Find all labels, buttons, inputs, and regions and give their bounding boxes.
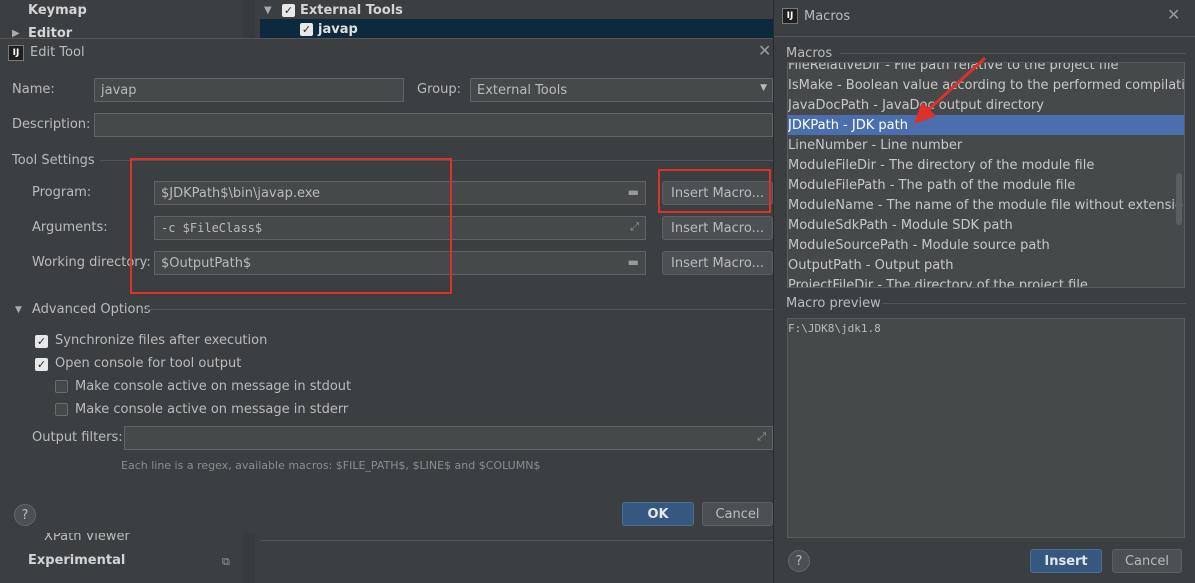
sidebar-item-experimental[interactable]: Experimental [28, 553, 125, 568]
program-label: Program: [32, 185, 92, 200]
list-item[interactable]: ModuleSourcePath - Module source path [788, 235, 1174, 255]
macros-section-separator [840, 53, 1186, 54]
macro-list-scrollbar[interactable] [1176, 173, 1182, 225]
insert-button[interactable]: Insert [1030, 549, 1102, 573]
stdout-checkbox[interactable] [55, 380, 68, 397]
annotation-arrow-shaft [924, 56, 987, 114]
open-console-label: Open console for tool output [55, 356, 242, 371]
advanced-separator [146, 309, 773, 310]
sync-label: Synchronize files after execution [55, 333, 268, 348]
macro-preview-area: F:\JDK8\jdk1.8 [787, 318, 1185, 538]
ok-button[interactable]: OK [622, 502, 694, 526]
macro-preview-value: F:\JDK8\jdk1.8 [788, 322, 881, 335]
title-separator [774, 36, 1195, 37]
stderr-checkbox[interactable] [55, 403, 68, 420]
tree-row-external-tools[interactable]: ▼ ✓ External Tools [260, 0, 773, 20]
annotation-box-insert-macro [658, 169, 771, 213]
tool-settings-heading: Tool Settings [12, 153, 95, 168]
macros-dialog-title: Macros [804, 9, 851, 24]
output-filters-hint: Each line is a regex, available macros: … [121, 459, 541, 472]
open-console-checkbox[interactable]: ✓ [35, 357, 48, 372]
checkbox-icon[interactable]: ✓ [35, 358, 48, 371]
list-item[interactable]: ModuleSdkPath - Module SDK path [788, 215, 1174, 235]
tree-panel-bottom [260, 540, 773, 558]
group-select[interactable]: External Tools ▼ [470, 78, 773, 102]
cancel-button[interactable]: Cancel [702, 502, 773, 526]
collapse-icon[interactable]: ▼ [264, 5, 282, 16]
macros-cancel-button[interactable]: Cancel [1112, 549, 1182, 573]
name-input[interactable]: javap [94, 78, 404, 102]
checkbox-icon[interactable]: ✓ [35, 335, 48, 348]
checkbox-icon[interactable]: ✓ [300, 22, 313, 36]
description-input[interactable] [94, 113, 773, 137]
list-item[interactable]: ModuleFileDir - The directory of the mod… [788, 155, 1174, 175]
list-item[interactable]: OutputPath - Output path [788, 255, 1174, 275]
stdout-label: Make console active on message in stdout [75, 379, 352, 394]
copy-icon: ⧉ [222, 555, 230, 568]
tree-row-javap[interactable]: ✓ javap [260, 19, 773, 39]
macros-section-label: Macros [786, 46, 833, 61]
intellij-logo-icon: IJ [8, 45, 24, 61]
folder-icon[interactable]: ▬ [628, 255, 639, 269]
name-label: Name: [12, 82, 55, 97]
checkbox-icon[interactable] [55, 380, 68, 393]
arguments-label: Arguments: [32, 220, 108, 235]
close-icon[interactable]: ✕ [1167, 5, 1180, 24]
output-filters-label: Output filters: [32, 430, 123, 445]
description-label: Description: [12, 117, 91, 132]
group-select-value: External Tools [477, 82, 568, 98]
sidebar-item-keymap[interactable]: Keymap [28, 3, 87, 18]
stderr-label: Make console active on message in stderr [75, 402, 349, 417]
dialog-title: Edit Tool [30, 45, 85, 60]
macro-preview-label: Macro preview [786, 296, 881, 311]
folder-icon[interactable]: ▬ [628, 185, 639, 199]
output-filters-input[interactable]: ⤢ [124, 426, 773, 450]
intellij-logo-icon: IJ [782, 8, 798, 24]
macros-help-button[interactable]: ? [788, 550, 810, 572]
sync-checkbox[interactable]: ✓ [35, 334, 48, 349]
list-item[interactable]: ModuleName - The name of the module file… [788, 195, 1184, 215]
group-label: Group: [417, 82, 461, 97]
edit-tool-dialog: IJ Edit Tool ✕ Name: javap Group: Extern… [0, 38, 773, 533]
insert-macro-button-arguments[interactable]: Insert Macro... [662, 216, 773, 240]
list-item[interactable]: ProjectFileDir - The directory of the pr… [788, 275, 1174, 288]
help-button[interactable]: ? [14, 504, 36, 526]
expand-field-icon[interactable]: ⤢ [757, 430, 766, 444]
advanced-options-heading[interactable]: Advanced Options [32, 302, 151, 317]
insert-macro-button-working-dir[interactable]: Insert Macro... [662, 251, 773, 275]
annotation-box-fields [130, 158, 452, 294]
tree-label: javap [318, 21, 358, 37]
tree-label: External Tools [300, 2, 403, 18]
checkbox-icon[interactable] [55, 403, 68, 416]
preview-separator [882, 303, 1186, 304]
list-item[interactable]: ModuleFilePath - The path of the module … [788, 175, 1174, 195]
checkbox-icon[interactable]: ✓ [282, 3, 295, 17]
annotation-arrow [914, 56, 987, 124]
close-icon[interactable]: ✕ [758, 41, 771, 60]
expand-field-icon[interactable]: ⤢ [630, 220, 639, 234]
collapse-icon[interactable]: ▼ [15, 305, 22, 315]
external-tools-tree: ▼ ✓ External Tools ✓ javap [260, 0, 773, 40]
dropdown-arrow-icon[interactable]: ▼ [760, 83, 767, 93]
